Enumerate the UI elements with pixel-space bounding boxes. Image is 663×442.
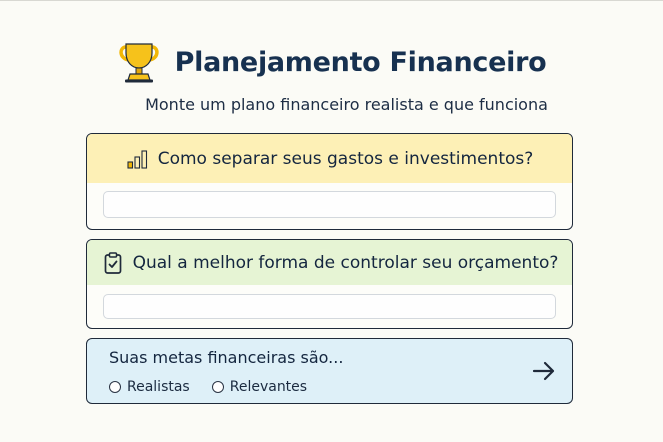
- radio-relevantes[interactable]: [211, 381, 224, 393]
- bar-chart-icon: [127, 149, 147, 169]
- page-title: Planejamento Financeiro: [174, 46, 547, 78]
- trophy-icon: [119, 43, 159, 83]
- answer-input-expenses[interactable]: [103, 191, 556, 218]
- option-label-relevantes: Relevantes: [229, 379, 308, 395]
- clipboard-check-icon: [104, 251, 121, 274]
- radio-realistas[interactable]: [109, 381, 121, 393]
- question-card-budget: Qual a melhor forma de controlar seu orç…: [86, 239, 573, 329]
- header: Planejamento Financeiro: [0, 41, 663, 83]
- option-label-realistas: Realistas: [127, 379, 190, 395]
- option-realistas[interactable]: Realistas: [109, 379, 190, 395]
- option-relevantes[interactable]: Relevantes: [211, 379, 308, 395]
- question-card-expenses: Como separar seus gastos e investimentos…: [86, 133, 573, 230]
- goals-options: Realistas Relevantes: [109, 379, 307, 395]
- page: Planejamento Financeiro Monte um plano f…: [0, 0, 663, 442]
- question-label-budget: Qual a melhor forma de controlar seu orç…: [132, 252, 559, 273]
- question-header-budget: Qual a melhor forma de controlar seu orç…: [87, 240, 572, 285]
- question-header-expenses: Como separar seus gastos e investimentos…: [87, 134, 572, 183]
- goals-prompt: Suas metas financeiras são...: [109, 348, 344, 367]
- page-subtitle: Monte um plano financeiro realista e que…: [145, 95, 548, 114]
- answer-input-budget[interactable]: [103, 294, 556, 319]
- arrow-right-icon[interactable]: [530, 357, 558, 385]
- question-label-expenses: Como separar seus gastos e investimentos…: [157, 148, 534, 169]
- goals-card: Suas metas financeiras são... Realistas …: [86, 338, 573, 404]
